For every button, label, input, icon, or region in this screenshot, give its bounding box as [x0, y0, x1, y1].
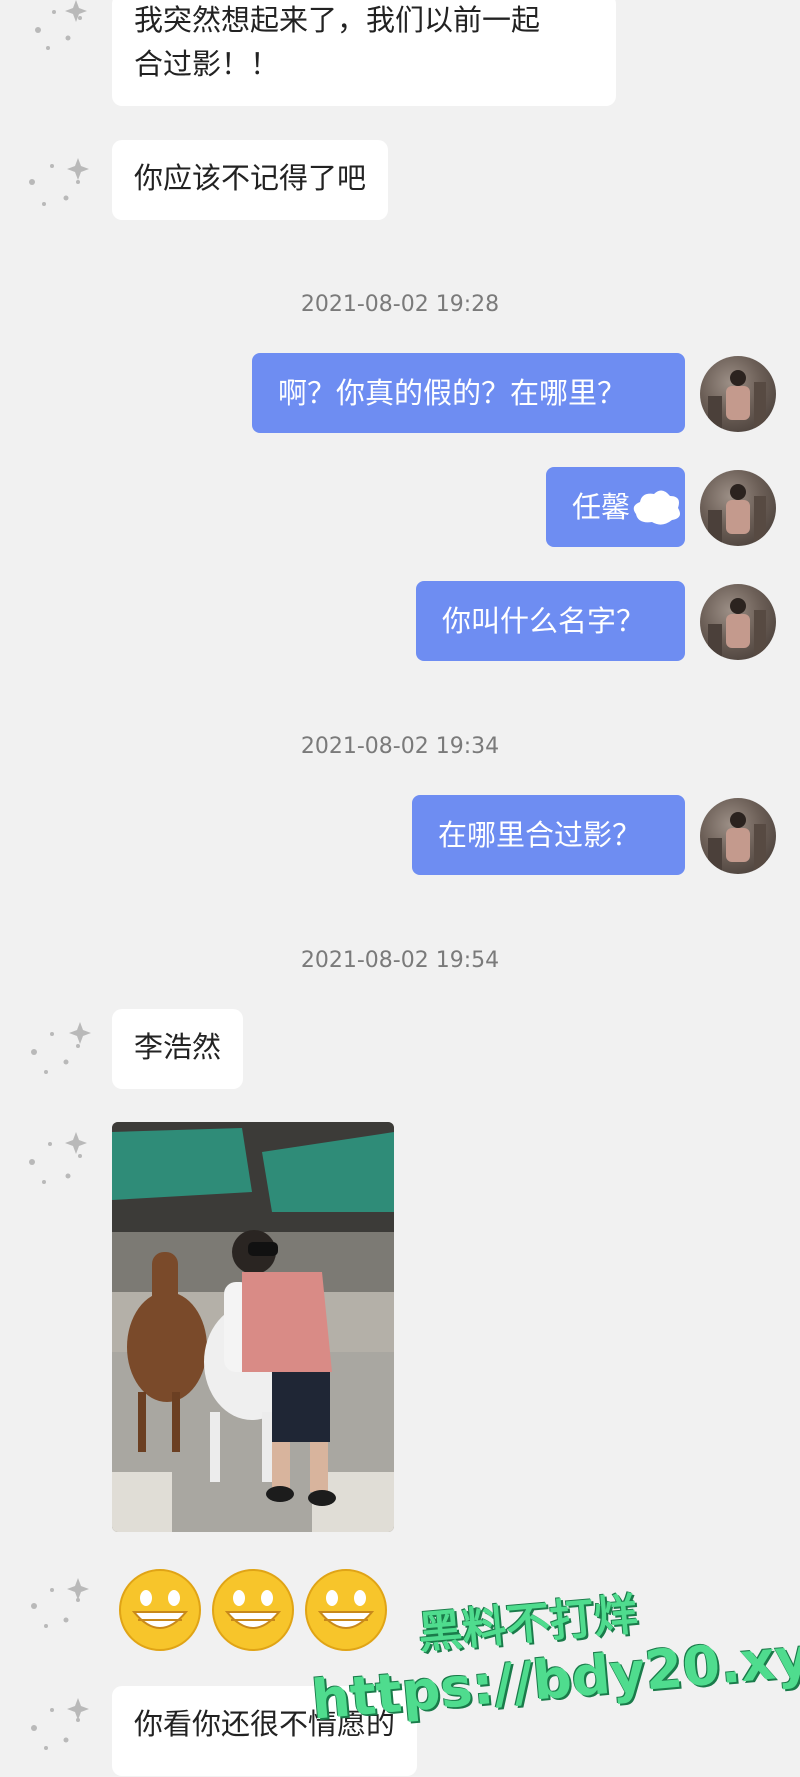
grin-emoji-icon [304, 1568, 388, 1652]
shared-photo[interactable] [112, 1122, 394, 1532]
message-text: 李浩然 [134, 1030, 222, 1064]
message-text: 你应该不记得了吧 [134, 161, 367, 195]
redaction-cloud-icon [633, 490, 680, 525]
grin-emoji-icon [211, 1568, 295, 1652]
message-text: 你叫什么名字？ [442, 604, 646, 638]
photo-alpaca-scene [112, 1122, 394, 1532]
user-avatar[interactable] [700, 584, 776, 660]
grin-emoji-icon [118, 1568, 202, 1652]
message-text: 我突然想起来了，我们以前一起 [134, 3, 541, 37]
user-avatar[interactable] [700, 356, 776, 432]
contact-avatar[interactable] [18, 1012, 100, 1090]
message-bubble-incoming[interactable]: 你应该不记得了吧 [112, 140, 389, 220]
contact-avatar[interactable] [18, 1124, 100, 1202]
contact-avatar[interactable] [18, 146, 100, 224]
user-avatar[interactable] [700, 798, 776, 874]
message-bubble-incoming[interactable]: 李浩然 [112, 1009, 244, 1089]
watermark-title: 黑料不打烊 [416, 1589, 640, 1660]
message-timestamp: 2021-08-02 19:34 [300, 734, 500, 759]
message-timestamp: 2021-08-02 19:54 [300, 948, 500, 973]
user-avatar[interactable] [700, 470, 776, 546]
message-text: 合过影！！ [134, 47, 280, 81]
message-bubble-outgoing[interactable]: 在哪里合过影？ [412, 795, 685, 875]
emoji-message[interactable] [118, 1568, 392, 1654]
contact-avatar[interactable] [18, 1690, 100, 1768]
message-bubble-outgoing[interactable]: 啊？你真的假的？在哪里？ [252, 353, 685, 433]
message-text: 你看你还很不情愿的 [134, 1707, 396, 1741]
message-bubble-incoming[interactable]: 我突然想起来了，我们以前一起 合过影！！ [112, 0, 616, 106]
message-text: 在哪里合过影？ [438, 818, 642, 852]
message-bubble-outgoing[interactable]: 你叫什么名字？ [416, 581, 685, 661]
contact-avatar[interactable] [18, 1568, 100, 1646]
message-timestamp: 2021-08-02 19:28 [300, 292, 500, 317]
contact-avatar[interactable] [18, 0, 100, 68]
message-text: 任馨 [572, 490, 631, 524]
message-bubble-incoming[interactable]: 你看你还很不情愿的 [112, 1686, 418, 1776]
message-text: 啊？你真的假的？在哪里？ [278, 376, 627, 410]
